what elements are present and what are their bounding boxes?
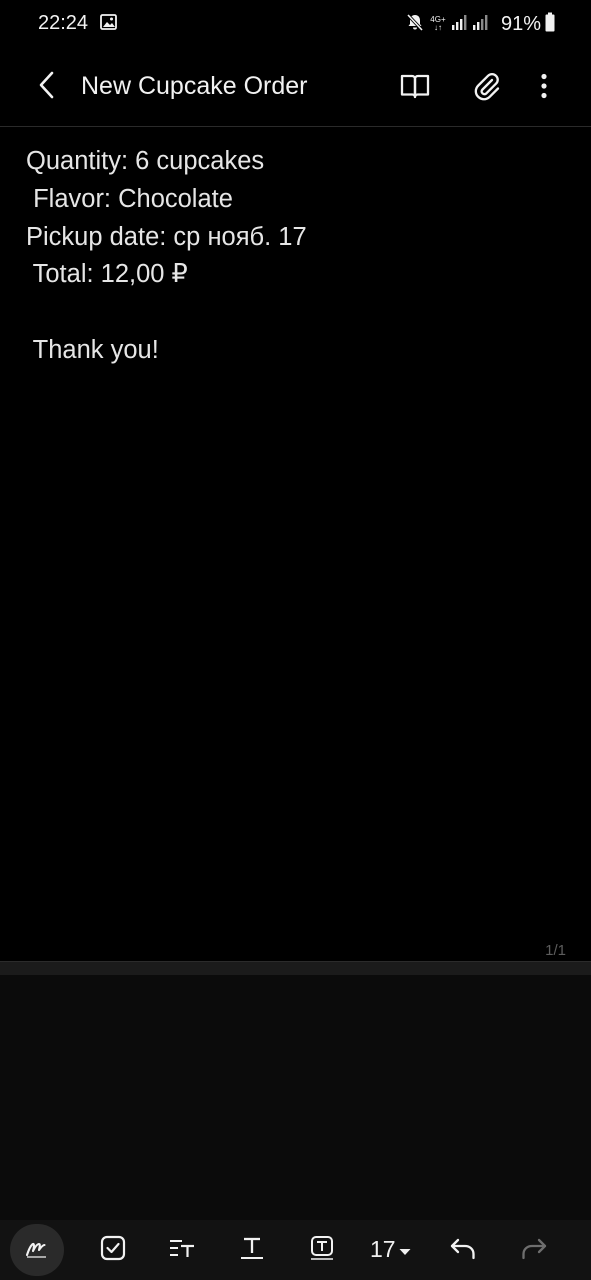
font-size-value: 17: [370, 1236, 396, 1262]
paragraph-style-icon: [168, 1236, 196, 1265]
page-indicator: 1/1: [545, 942, 566, 959]
note-line: Thank you!: [26, 335, 159, 364]
reading-mode-button[interactable]: [395, 68, 435, 108]
battery-percentage: 91%: [500, 12, 541, 35]
drawing-area[interactable]: [0, 975, 591, 1220]
status-time: 22:24: [38, 12, 89, 34]
text-style-icon: [239, 1235, 265, 1266]
checkbox-icon: [100, 1235, 126, 1266]
note-line: Pickup date: ср нояб. 17: [26, 222, 307, 251]
checkbox-button[interactable]: [93, 1230, 133, 1270]
font-size-selector[interactable]: 17: [370, 1236, 412, 1263]
undo-button[interactable]: [443, 1230, 483, 1270]
back-button[interactable]: [30, 69, 62, 105]
attach-icon: [472, 71, 502, 106]
chevron-down-icon: [398, 1236, 412, 1263]
note-body[interactable]: Quantity: 6 cupcakes Flavor: Chocolate P…: [26, 143, 307, 370]
network-type: 4G+ ↓↑: [430, 15, 446, 32]
note-line: Total: 12,00 ₽: [26, 260, 188, 289]
redo-icon: [520, 1236, 548, 1265]
reading-mode-icon: [400, 73, 430, 104]
pen-mode-button[interactable]: [10, 1224, 64, 1276]
text-box-icon: [309, 1235, 335, 1266]
mute-icon: [405, 12, 425, 37]
panel-divider[interactable]: [0, 961, 591, 975]
status-icons: 4G+ ↓↑ 91%: [405, 12, 555, 36]
note-line: [26, 294, 307, 332]
note-title[interactable]: New Cupcake Order: [81, 72, 307, 101]
back-arrow-icon: [37, 70, 55, 105]
text-style-button[interactable]: [232, 1230, 272, 1270]
battery-icon: [545, 12, 555, 37]
app-bar: New Cupcake Order: [0, 48, 591, 127]
attach-button[interactable]: [467, 68, 507, 108]
signal-icon: [451, 13, 493, 36]
more-options-icon: [540, 73, 548, 104]
bottom-toolbar: 17: [0, 1220, 591, 1280]
note-line: Quantity: 6 cupcakes: [26, 147, 265, 175]
redo-button[interactable]: [514, 1230, 554, 1270]
status-bar: 22:24 4G+ ↓↑ 91%: [0, 0, 591, 48]
note-line: Flavor: Chocolate: [26, 184, 233, 213]
gallery-icon: [100, 14, 117, 35]
more-options-button[interactable]: [524, 68, 564, 108]
paragraph-style-button[interactable]: [162, 1230, 202, 1270]
undo-icon: [449, 1236, 477, 1265]
text-box-button[interactable]: [302, 1230, 342, 1270]
pen-icon: [24, 1237, 50, 1264]
